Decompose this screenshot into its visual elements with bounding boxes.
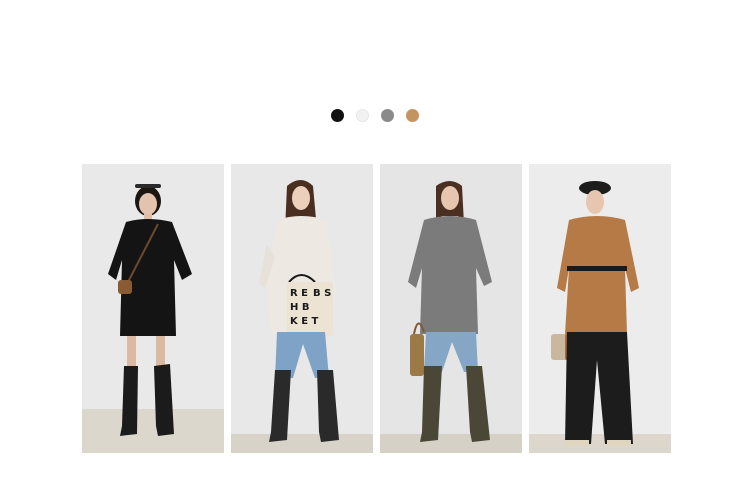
swatch-gray[interactable] <box>381 109 394 122</box>
svg-text:B S: B S <box>313 288 331 299</box>
swatch-white[interactable] <box>356 109 369 122</box>
model-image <box>529 164 671 453</box>
photo-black-outfit[interactable] <box>82 164 224 453</box>
photo-camel-outfit[interactable] <box>529 164 671 453</box>
svg-text:K E T: K E T <box>290 316 319 327</box>
product-color-gallery: R E B S H B K E T <box>0 0 750 478</box>
photo-white-outfit[interactable]: R E B S H B K E T <box>231 164 373 453</box>
photo-gray-outfit[interactable] <box>380 164 522 453</box>
model-image: R E B S H B K E T <box>231 164 373 453</box>
swatch-black[interactable] <box>331 109 344 122</box>
swatch-camel[interactable] <box>406 109 419 122</box>
svg-text:R E: R E <box>290 288 308 299</box>
model-image <box>82 164 224 453</box>
svg-text:H B: H B <box>290 302 309 313</box>
color-swatch-row <box>0 109 750 122</box>
photo-row: R E B S H B K E T <box>82 164 671 453</box>
model-image <box>380 164 522 453</box>
